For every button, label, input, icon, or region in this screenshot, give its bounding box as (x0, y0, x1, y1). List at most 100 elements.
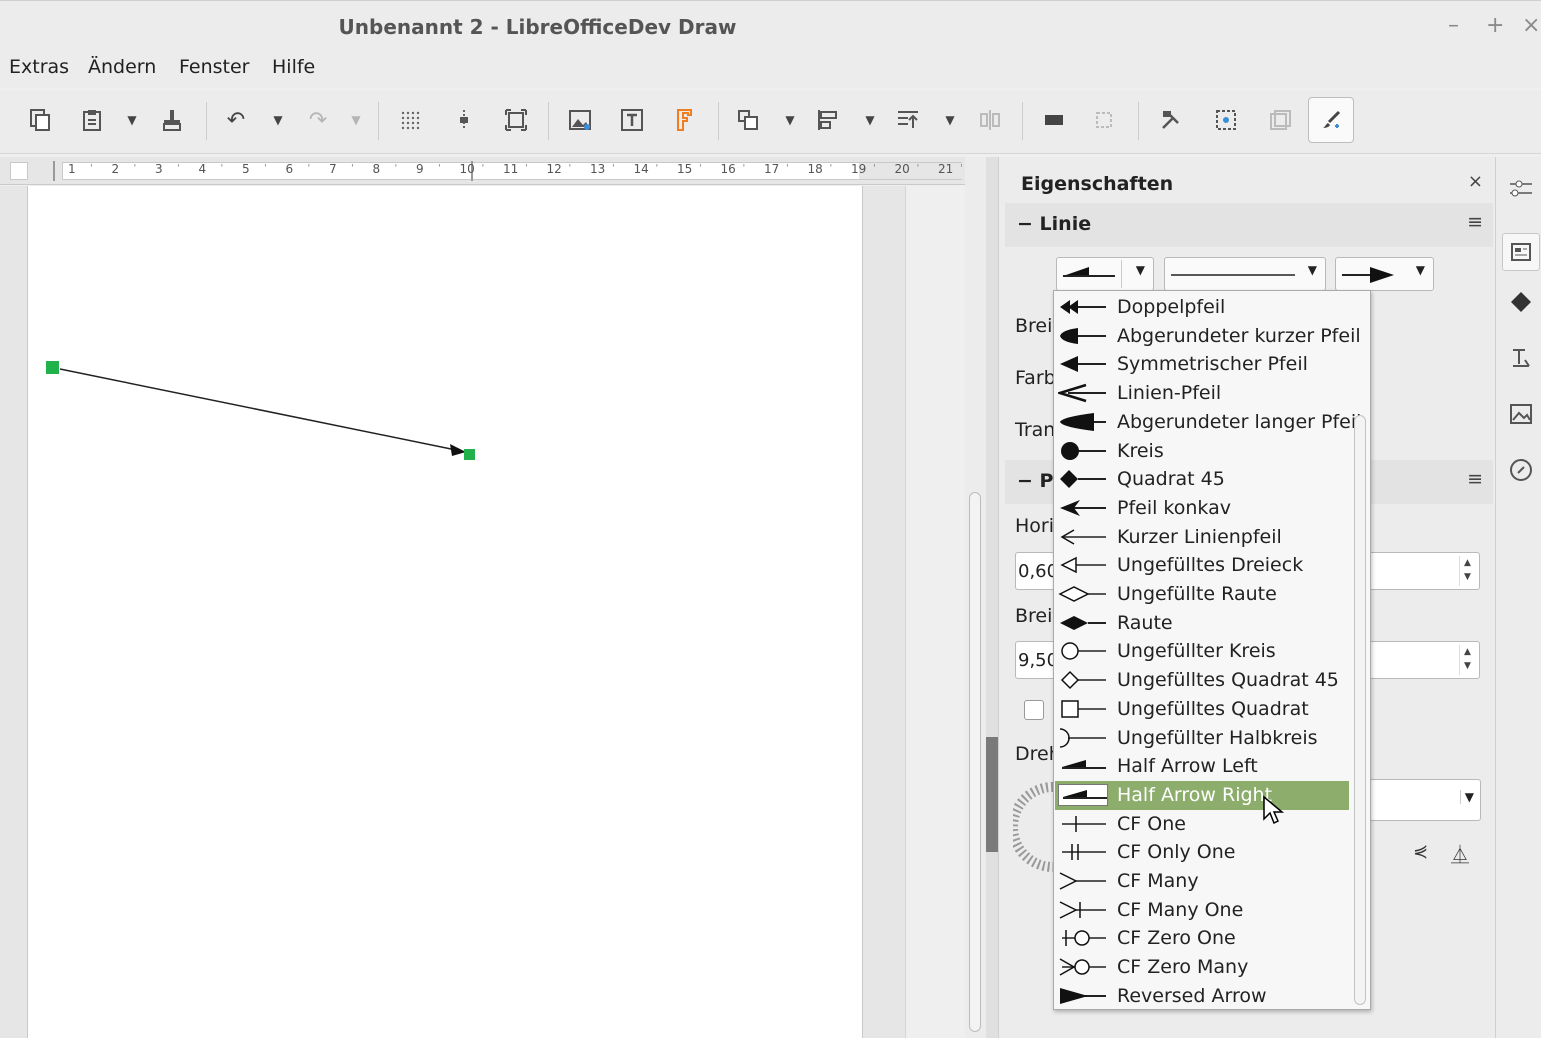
arrow-style-option[interactable]: Kurzer Linienpfeil (1055, 523, 1349, 552)
line-end-handle[interactable] (464, 449, 475, 460)
align-dropdown-icon[interactable]: ▼ (862, 102, 878, 138)
sidebar-toggle-button[interactable] (1308, 97, 1354, 143)
arrow-style-option[interactable]: Half Arrow Right (1055, 780, 1349, 810)
arrow-style-label: Quadrat 45 (1117, 468, 1225, 491)
arrow-style-popup[interactable]: Doppelpfeil Abgerundeter kurzer Pfeil Symm… (1053, 290, 1371, 1010)
collapse-icon[interactable]: − (1017, 213, 1040, 235)
collapse-icon[interactable]: − (1017, 470, 1040, 492)
chevron-down-icon[interactable]: ▼ (1136, 263, 1145, 277)
arrange-dropdown-icon[interactable]: ▼ (942, 102, 958, 138)
transformations-icon[interactable] (730, 102, 766, 138)
arrow-start-dropdown[interactable]: ▼ (1056, 257, 1154, 291)
menu-fenster[interactable]: Fenster (179, 56, 249, 78)
line-section-header[interactable]: − Linie ≡ (1005, 203, 1493, 247)
sidebar-close-icon[interactable]: × (1468, 171, 1483, 192)
distribute-icon (972, 102, 1008, 138)
arrow-style-option[interactable]: Raute (1055, 609, 1349, 638)
menu-extras[interactable]: Extras (9, 56, 69, 78)
popup-scrollbar[interactable] (1354, 415, 1366, 1005)
arrow-style-option[interactable]: CF Many One (1055, 896, 1349, 925)
menu-hilfe[interactable]: Hilfe (272, 56, 315, 78)
arrow-style-option[interactable]: Pfeil konkav (1055, 494, 1349, 523)
arrow-style-option[interactable]: Ungefüllter Kreis (1055, 637, 1349, 666)
drawing-canvas[interactable] (0, 186, 965, 1038)
toggle-extrusion-icon[interactable] (1154, 102, 1190, 138)
arrow-style-option[interactable]: CF Zero One (1055, 924, 1349, 953)
rotation-dropdown[interactable]: ▼ (1354, 779, 1481, 821)
arrow-style-option[interactable]: Abgerundeter kurzer Pfeil (1055, 322, 1361, 351)
arrow-style-option[interactable]: Ungefülltes Quadrat 45 (1055, 666, 1349, 695)
ruler-minor-tick: ' (525, 163, 528, 174)
arrow-style-option[interactable]: Ungefüllte Raute (1055, 580, 1349, 609)
ruler-tick-label: 2 (111, 162, 120, 176)
ruler-tick-label: 4 (198, 162, 207, 176)
paste-icon[interactable] (74, 102, 110, 138)
points-icon[interactable] (1208, 102, 1244, 138)
undo-dropdown-icon[interactable]: ▼ (270, 102, 286, 138)
shadow-toggle-icon[interactable] (1036, 102, 1072, 138)
keep-ratio-checkbox[interactable] (1024, 700, 1044, 720)
copy-icon[interactable] (22, 102, 58, 138)
spin-buttons-icon[interactable]: ▲ ▼ (1459, 556, 1475, 586)
arrow-style-option[interactable]: Doppelpfeil (1055, 293, 1349, 322)
ruler-tick-label: 3 (155, 162, 163, 176)
arrow-style-preview-icon (1058, 899, 1108, 921)
gallery-deck-icon[interactable] (1508, 401, 1534, 427)
arrow-style-option[interactable]: CF Many (1055, 867, 1349, 896)
chevron-down-icon[interactable]: ▼ (1308, 263, 1317, 277)
arrow-style-option[interactable]: CF One (1055, 810, 1349, 839)
shapes-deck-icon[interactable] (1508, 289, 1534, 315)
spin-buttons-icon[interactable]: ▲ ▼ (1459, 645, 1475, 675)
arrow-style-option[interactable]: Linien-Pfeil (1055, 379, 1349, 408)
fontwork-icon[interactable] (666, 102, 702, 138)
paste-dropdown-icon[interactable]: ▼ (124, 102, 140, 138)
chevron-down-icon[interactable]: ▼ (1416, 263, 1425, 277)
insert-image-icon[interactable] (562, 102, 598, 138)
helplines-icon[interactable] (446, 102, 482, 138)
flip-vertical-icon[interactable]: ⋞ (1413, 841, 1428, 862)
transformations-dropdown-icon[interactable]: ▼ (782, 102, 798, 138)
flip-horizontal-icon[interactable]: ⏅ (1451, 841, 1469, 867)
arrow-style-option[interactable]: Half Arrow Left (1055, 752, 1349, 781)
line-style-dropdown[interactable]: ▼ (1164, 257, 1326, 291)
arrow-style-label: Ungefüllte Raute (1117, 583, 1277, 605)
clone-formatting-icon[interactable] (154, 102, 190, 138)
grid-icon[interactable] (392, 102, 428, 138)
arrow-style-option[interactable]: Ungefüllter Halbkreis (1055, 724, 1349, 753)
arrow-style-option[interactable]: Kreis (1055, 437, 1349, 466)
styles-deck-icon[interactable] (1508, 345, 1534, 371)
insert-textbox-icon[interactable] (614, 102, 650, 138)
arrow-style-option[interactable]: Symmetrischer Pfeil (1055, 350, 1349, 379)
arrow-style-preview-icon (1058, 956, 1108, 978)
undo-icon[interactable]: ↶ (218, 102, 254, 138)
arrow-style-option[interactable]: Quadrat 45 (1055, 465, 1349, 494)
close-icon[interactable]: × (1522, 13, 1540, 38)
navigator-deck-icon[interactable] (1508, 457, 1534, 483)
sidebar-settings-icon[interactable] (1508, 175, 1534, 201)
arrow-style-option[interactable]: Ungefülltes Quadrat (1055, 695, 1349, 724)
arrow-style-option[interactable]: CF Only One (1055, 838, 1349, 867)
line-start-handle[interactable] (46, 361, 59, 374)
section-menu-icon[interactable]: ≡ (1467, 468, 1483, 490)
align-objects-icon[interactable] (810, 102, 846, 138)
maximize-icon[interactable]: + (1486, 13, 1504, 38)
minimize-icon[interactable]: – (1448, 13, 1459, 38)
arrow-end-dropdown[interactable]: ▼ (1335, 257, 1434, 291)
arrow-style-option[interactable]: Abgerundeter langer Pfeil (1055, 408, 1361, 437)
menu-aendern[interactable]: Ändern (88, 56, 156, 78)
arrange-icon[interactable] (890, 102, 926, 138)
arrow-style-option[interactable]: CF Zero Many (1055, 953, 1349, 982)
arrow-style-option[interactable]: Reversed Arrow (1055, 982, 1349, 1011)
ruler-minor-tick: ' (829, 163, 833, 174)
selected-line-shape[interactable] (0, 186, 905, 1038)
sidebar-splitter[interactable] (986, 157, 998, 1038)
chevron-down-icon[interactable]: ▼ (1459, 790, 1474, 804)
properties-deck-icon[interactable] (1502, 233, 1540, 271)
arrow-style-label: Ungefüllter Kreis (1117, 640, 1276, 663)
vertical-scrollbar[interactable] (965, 157, 987, 1038)
ruler-minor-tick: ' (960, 163, 963, 174)
section-menu-icon[interactable]: ≡ (1467, 211, 1483, 233)
arrow-style-option[interactable]: Ungefülltes Dreieck (1055, 551, 1349, 580)
standard-toolbar: ▼ ↶ ▼ ↷ ▼ ▼ ▼ ▼ (0, 90, 1541, 154)
shadow-icon[interactable] (498, 102, 534, 138)
